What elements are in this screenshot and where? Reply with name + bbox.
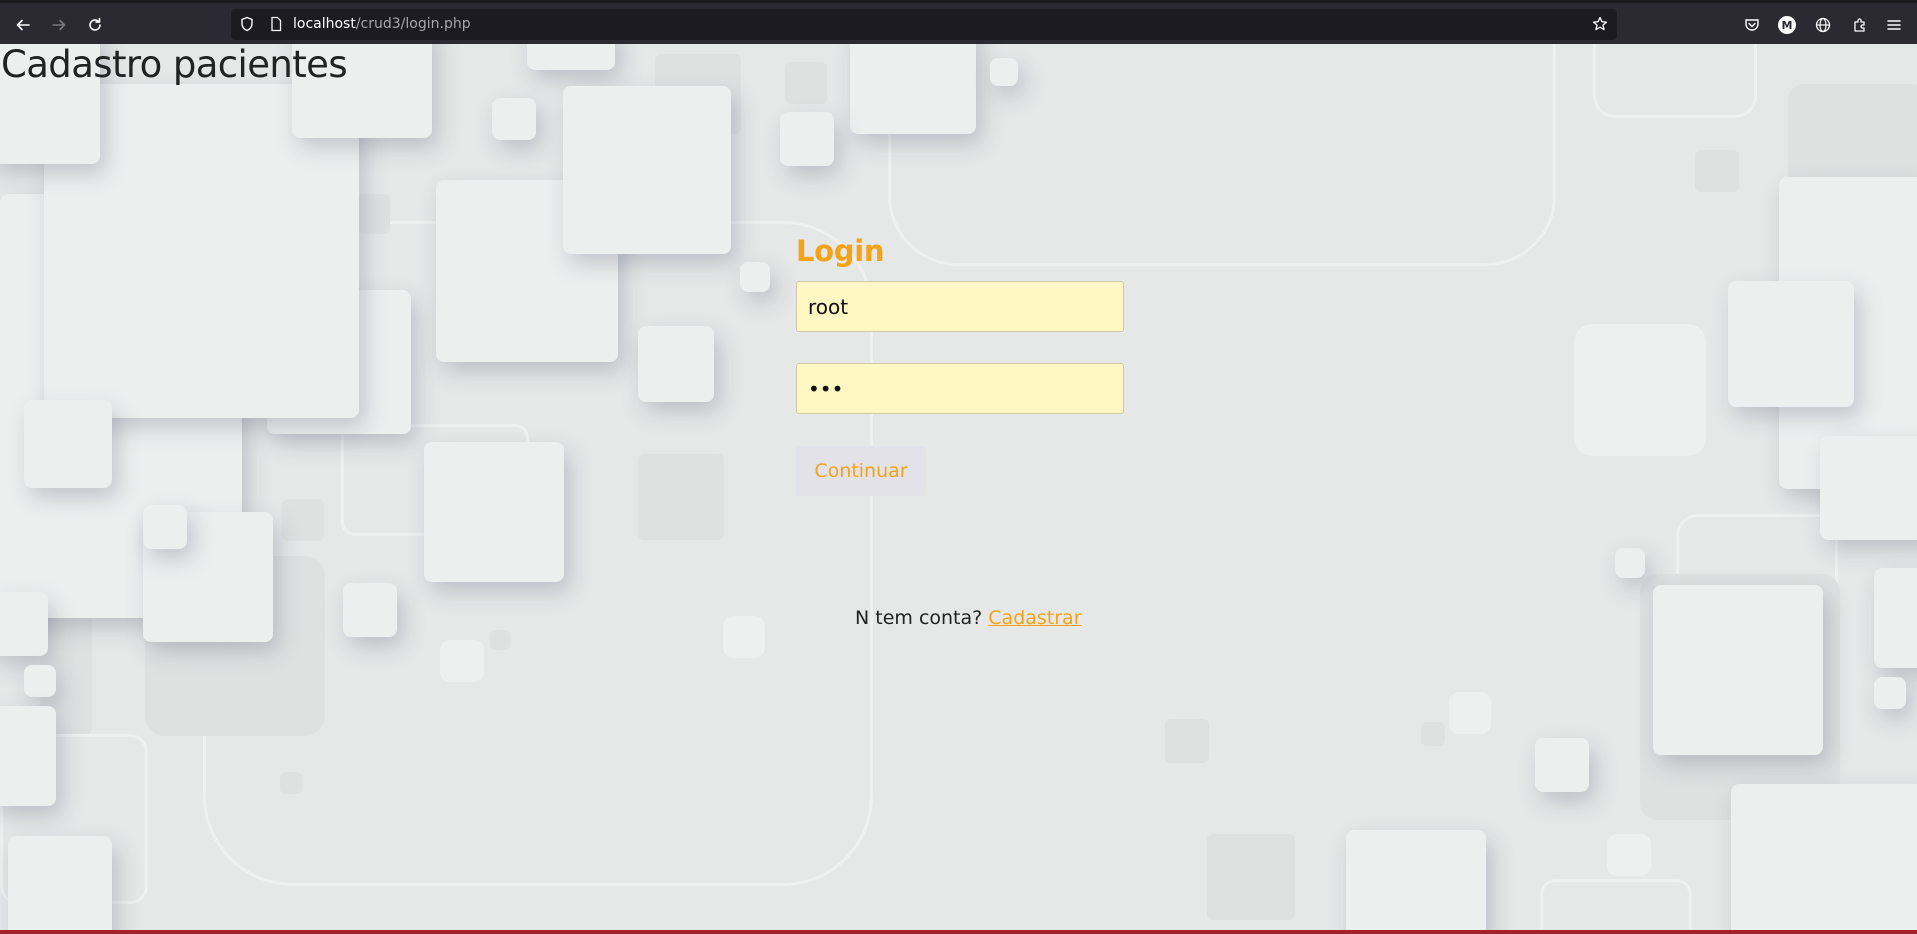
menu-icon[interactable] <box>1885 16 1903 34</box>
bg-square <box>490 630 510 650</box>
bg-square <box>24 400 112 488</box>
bg-square <box>1574 324 1706 456</box>
username-input[interactable] <box>796 281 1124 332</box>
bg-square <box>1449 692 1491 734</box>
bg-outline <box>888 44 1556 266</box>
browser-toolbar: localhost/crud3/login.php M <box>0 0 1917 44</box>
bg-square <box>1346 830 1486 930</box>
back-arrow-icon[interactable] <box>9 11 37 39</box>
globe-icon[interactable] <box>1814 16 1832 34</box>
bg-square <box>1695 150 1739 192</box>
bg-square <box>638 326 714 402</box>
bg-square <box>440 640 484 682</box>
bg-square <box>527 44 615 70</box>
bg-square <box>1653 585 1823 755</box>
taskbar-strip <box>0 930 1917 934</box>
bg-square <box>780 112 834 166</box>
bg-outline <box>1593 44 1757 118</box>
bg-square <box>358 194 390 234</box>
page-title: Cadastro pacientes <box>1 43 348 86</box>
profile-initial: M <box>1781 18 1793 32</box>
url-bar[interactable]: localhost/crud3/login.php <box>231 9 1617 40</box>
no-account-text: N tem conta? <box>855 607 983 629</box>
bg-square <box>1874 677 1906 709</box>
bg-square <box>1820 436 1917 540</box>
bg-square <box>1535 738 1589 792</box>
pocket-icon[interactable] <box>1743 16 1761 34</box>
bg-square <box>785 62 827 104</box>
bg-square <box>143 505 187 549</box>
bg-square <box>1731 784 1917 930</box>
password-input[interactable] <box>796 363 1124 414</box>
url-host: localhost <box>293 16 356 32</box>
bg-square <box>0 592 48 656</box>
reload-icon[interactable] <box>81 11 109 39</box>
extensions-icon[interactable] <box>1851 16 1869 34</box>
bg-square <box>424 442 564 582</box>
bg-square <box>740 262 770 292</box>
bg-square <box>1728 281 1854 407</box>
bg-square <box>723 616 765 658</box>
url-path: /crud3/login.php <box>355 16 471 32</box>
signup-link[interactable]: Cadastrar <box>988 607 1081 629</box>
bg-square <box>280 772 302 794</box>
shield-icon[interactable] <box>239 16 255 32</box>
bg-square <box>1421 722 1445 746</box>
bg-square <box>282 499 324 541</box>
bg-square <box>343 583 397 637</box>
login-heading: Login <box>796 234 885 268</box>
bg-square <box>1207 834 1295 920</box>
url-text[interactable]: localhost/crud3/login.php <box>293 16 471 32</box>
star-icon[interactable] <box>1592 16 1608 32</box>
bg-square <box>563 86 731 254</box>
bg-square <box>1874 568 1917 668</box>
bg-square <box>8 836 112 930</box>
bg-square <box>24 665 56 697</box>
bg-outline <box>1540 879 1692 930</box>
bg-square <box>1165 719 1209 763</box>
bg-square <box>638 454 724 540</box>
bg-square <box>990 58 1018 86</box>
bg-square <box>0 706 56 806</box>
page-icon <box>271 16 282 32</box>
bg-square <box>850 44 976 134</box>
forward-arrow-icon[interactable] <box>45 11 73 39</box>
bg-square <box>1607 834 1651 876</box>
account-icon[interactable]: M <box>1778 16 1796 34</box>
signup-prompt: N tem conta? Cadastrar <box>855 607 1082 629</box>
page-viewport <box>0 44 1917 930</box>
bg-square <box>1615 548 1645 578</box>
continue-button[interactable]: Continuar <box>796 446 926 496</box>
bg-square <box>492 98 536 140</box>
